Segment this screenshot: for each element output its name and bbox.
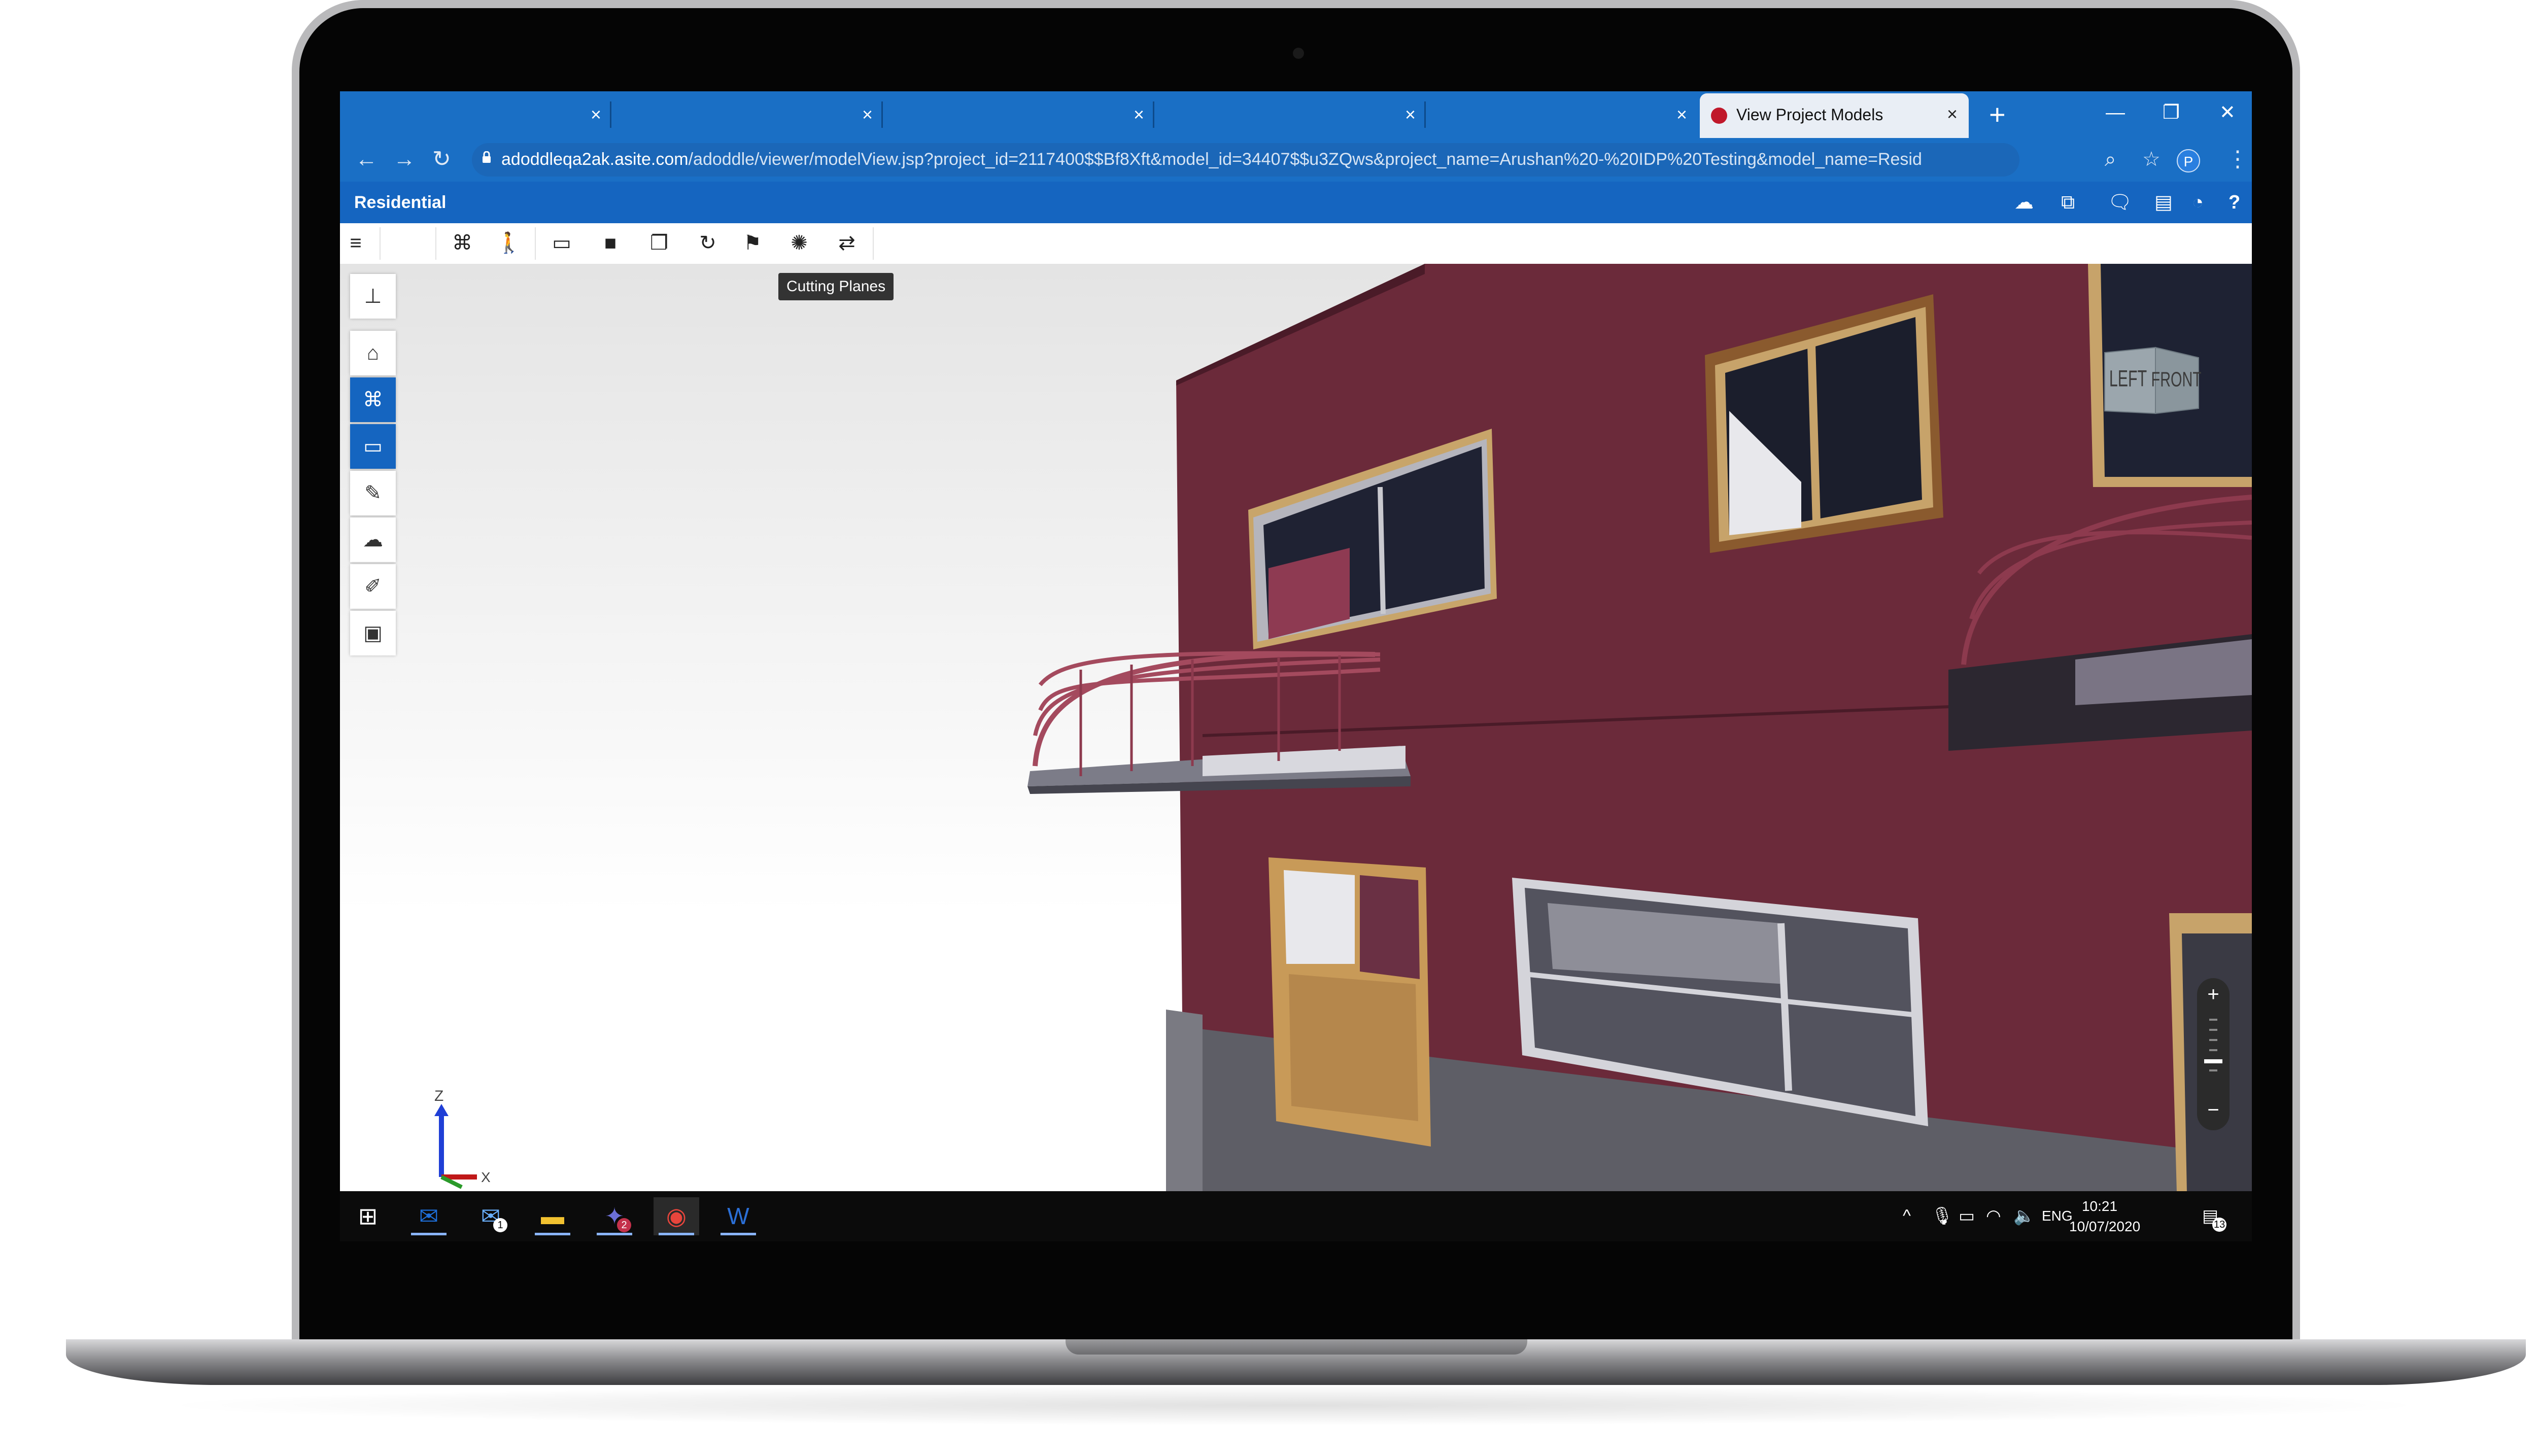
swap-icon[interactable]: ⇄ [825, 226, 869, 260]
window-restore-button[interactable]: ❐ [2163, 98, 2180, 127]
annotation-icon[interactable]: ✐ [350, 564, 396, 609]
url-text: adoddleqa2ak.asite.com/adoddle/viewer/mo… [501, 150, 1922, 169]
mail-icon[interactable]: ✉ 1 [468, 1197, 513, 1235]
tab-close-icon[interactable]: × [1947, 103, 1958, 125]
home-icon[interactable]: ⌂ [350, 331, 396, 375]
laptop-screen: × × × × × View Project Models × + — ❐ ✕ … [340, 91, 2252, 1241]
search-icon[interactable]: ⌕ [2105, 145, 2116, 174]
mail-badge: 1 [493, 1218, 507, 1232]
zoom-slider[interactable] [2209, 1019, 2217, 1080]
axis-triad: Z X [434, 1088, 491, 1189]
viewcube-front-label: FRONT [2151, 368, 2201, 391]
orbit-icon[interactable]: ⌘ [440, 226, 484, 260]
walk-icon[interactable]: 🚶 [487, 226, 531, 260]
browser-address-bar: ← → ↻ adoddleqa2ak.asite.com/adoddle/vie… [340, 138, 2252, 182]
model-viewport[interactable]: ⊥ ⌂ ⌘ ▭ ✎ ☁ ✐ ▣ LEFT FRONT Z X + − [340, 264, 2252, 1191]
more-menu-icon[interactable]: ⋮ [2226, 145, 2249, 174]
browser-tab[interactable]: × [883, 91, 1154, 138]
asite-favicon-icon [1711, 108, 1727, 124]
orbit-mode-icon[interactable]: ⌘ [350, 377, 396, 422]
language-indicator[interactable]: ENG [2042, 1204, 2073, 1228]
file-explorer-icon[interactable]: ▬ [530, 1197, 575, 1235]
cutting-planes-tooltip: Cutting Planes [778, 273, 894, 300]
cutting-planes-icon[interactable]: ✺ [777, 226, 821, 260]
browser-tab-bar: × × × × × View Project Models × + — ❐ ✕ [340, 91, 2252, 138]
url-domain: adoddleqa2ak.asite.com [501, 150, 689, 169]
building-model-render[interactable] [340, 264, 2252, 1191]
wifi-icon[interactable]: ◠ [1986, 1204, 2001, 1228]
section-box-icon[interactable]: ▭ [540, 226, 584, 260]
history-icon[interactable]: ◔ [2192, 191, 2204, 214]
reload-icon[interactable]: ↻ [432, 145, 451, 174]
browser-tab[interactable]: × [1426, 91, 1697, 138]
laptop-hinge-notch [1066, 1339, 1527, 1355]
report-icon[interactable]: ▤ [2154, 191, 2173, 214]
clock-time: 10:21 [2081, 1198, 2118, 1214]
zoom-control[interactable]: + − [2197, 978, 2230, 1130]
microphone-icon[interactable]: 🎙 [1931, 1204, 1953, 1228]
models-icon[interactable]: ☁ [2014, 191, 2034, 214]
outlook-icon[interactable]: ✉ [406, 1197, 452, 1235]
battery-icon[interactable]: ▭ [1959, 1204, 1975, 1228]
chrome-icon[interactable]: ◉ [654, 1197, 699, 1235]
system-clock[interactable]: 10:21 10/07/2020 [2069, 1196, 2141, 1237]
laptop-shadow [152, 1385, 2436, 1426]
back-arrow-icon[interactable]: ← [355, 145, 378, 174]
word-icon[interactable]: W [715, 1197, 761, 1235]
section-box-icon[interactable]: ▭ [350, 424, 396, 469]
markup-icon[interactable]: ⚑ [731, 226, 774, 260]
notifications-icon[interactable]: ▤ 13 [2202, 1204, 2227, 1232]
view-cube[interactable]: LEFT FRONT [2100, 342, 2201, 419]
notifications-badge: 13 [2212, 1218, 2227, 1232]
axis-z-label: Z [434, 1088, 443, 1104]
tab-title: View Project Models [1736, 106, 1883, 124]
clock-date: 10/07/2020 [2069, 1219, 2141, 1234]
chat-icon[interactable]: 🗨 [2108, 191, 2132, 214]
windows-start-icon[interactable]: ⊞ [345, 1197, 391, 1235]
browser-tab-active[interactable]: View Project Models × [1700, 93, 1969, 138]
browser-tab[interactable]: × [340, 91, 611, 138]
camera-dot [1293, 48, 1304, 59]
tab-close-icon[interactable]: × [1405, 102, 1416, 127]
page-title: Residential [354, 193, 447, 212]
browser-tab[interactable]: × [611, 91, 883, 138]
url-path: /adoddle/viewer/modelView.jsp?project_id… [688, 150, 1922, 169]
help-icon[interactable]: ? [2229, 191, 2240, 214]
windows-taskbar: ⊞ ✉ ✉ 1 ▬ ✦ 2 ◉ W ^ 🎙 ▭ ◠ 🔈 ENG 10:21 10/0… [340, 1191, 2252, 1241]
compare-icon[interactable]: ⧉ [2061, 191, 2075, 214]
profile-avatar[interactable]: P [2177, 149, 2200, 172]
zoom-slider-thumb[interactable] [2204, 1059, 2222, 1063]
reset-view-icon[interactable]: ↻ [686, 226, 730, 260]
model-tree-icon[interactable]: ⊥ [350, 274, 396, 319]
tab-close-icon[interactable]: × [1676, 102, 1687, 127]
viewer-toolbar: ≡ ⌘ 🚶 ▭ ■ ❐ ↻ ⚑ ✺ ⇄ [340, 223, 2252, 265]
tab-close-icon[interactable]: × [862, 102, 873, 127]
solid-view-icon[interactable]: ■ [589, 226, 632, 260]
new-tab-button[interactable]: + [1989, 98, 2006, 131]
settings-panel-icon[interactable]: ▣ [350, 611, 396, 655]
volume-icon[interactable]: 🔈 [2013, 1204, 2035, 1228]
browser-tab[interactable]: × [1154, 91, 1426, 138]
measure-icon[interactable]: ✎ [350, 471, 396, 515]
zoom-in-button[interactable]: + [2197, 983, 2230, 1006]
forward-arrow-icon[interactable]: → [393, 145, 416, 174]
app-header: Residential ☁ ⧉ 🗨 ▤ ◔ ? [340, 182, 2252, 223]
axis-x-label: X [481, 1169, 491, 1185]
tab-close-icon[interactable]: × [591, 102, 601, 127]
lock-icon [483, 151, 491, 163]
tray-chevron-icon[interactable]: ^ [1903, 1204, 1911, 1228]
teams-badge: 2 [617, 1218, 631, 1232]
window-minimize-button[interactable]: — [2106, 98, 2125, 127]
viewer-side-panel: ⊥ ⌂ ⌘ ▭ ✎ ☁ ✐ ▣ [350, 274, 396, 670]
window-close-button[interactable]: ✕ [2219, 98, 2236, 127]
viewcube-left-label: LEFT [2109, 366, 2147, 392]
teams-icon[interactable]: ✦ 2 [592, 1197, 637, 1235]
transparent-view-icon[interactable]: ❐ [637, 226, 681, 260]
menu-icon[interactable]: ≡ [340, 226, 378, 260]
tab-close-icon[interactable]: × [1134, 102, 1144, 127]
cloud-markup-icon[interactable]: ☁ [350, 517, 396, 562]
bookmark-star-icon[interactable]: ☆ [2142, 145, 2161, 174]
zoom-out-button[interactable]: − [2197, 1099, 2230, 1121]
